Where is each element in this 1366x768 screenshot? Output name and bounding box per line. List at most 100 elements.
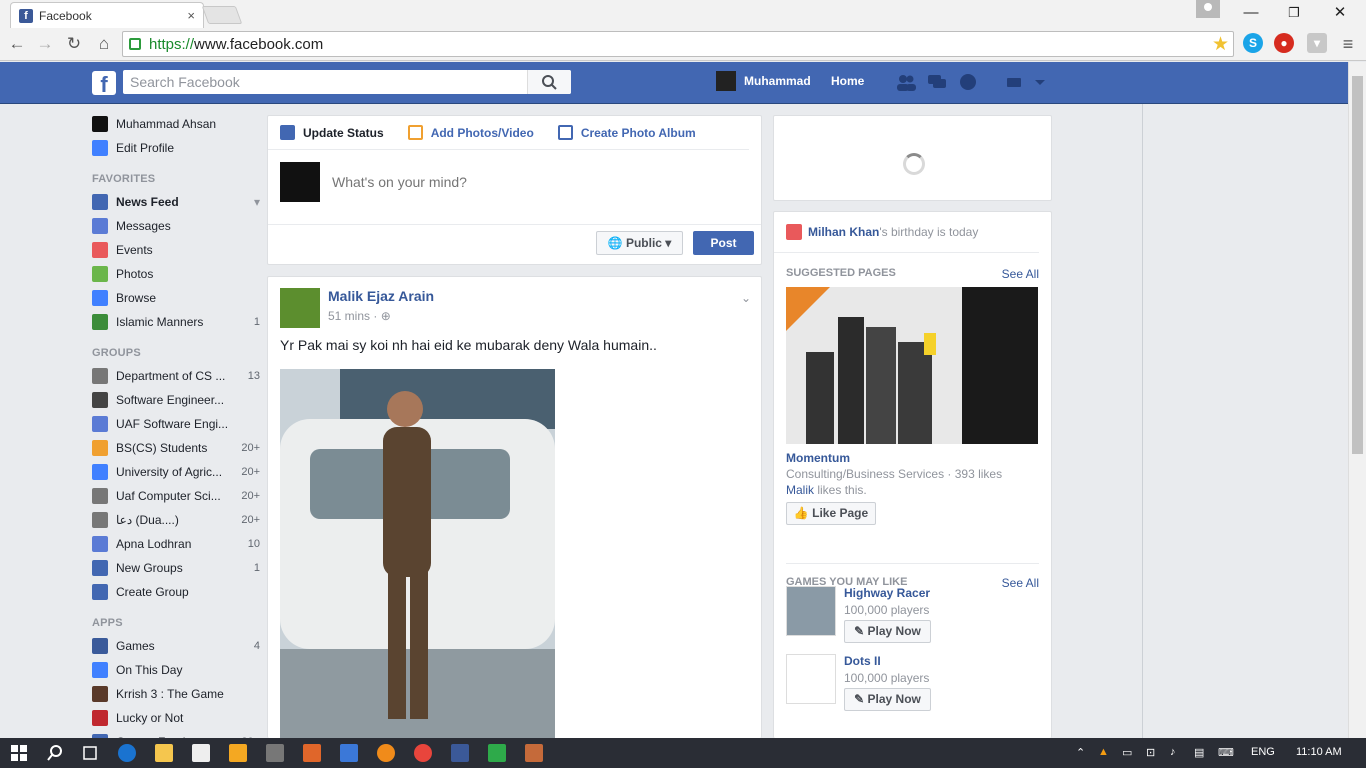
clock[interactable]: 11:10 AM: [1296, 746, 1342, 758]
post-options-chevron-down-icon[interactable]: ⌄: [741, 291, 751, 305]
header-profile-link[interactable]: Muhammad: [716, 71, 811, 91]
nav-item-software-engineer[interactable]: Software Engineer...: [92, 388, 260, 412]
tab-add-photos[interactable]: Add Photos/Video: [407, 125, 534, 140]
nav-item-browse[interactable]: Browse: [92, 286, 260, 310]
post-timestamp[interactable]: 51 mins · ⊕: [328, 309, 434, 323]
media-player-icon[interactable]: [229, 744, 247, 762]
search-input[interactable]: [123, 70, 571, 94]
tab-close-icon[interactable]: ×: [187, 8, 195, 23]
nav-item-bs-cs-students[interactable]: BS(CS) Students 20+: [92, 436, 260, 460]
quick-help-icon[interactable]: [1005, 73, 1025, 91]
post-author-name[interactable]: Malik Ejaz Arain: [328, 288, 434, 304]
back-icon[interactable]: ←: [5, 32, 29, 56]
volume-icon[interactable]: ♪: [1170, 746, 1176, 758]
forward-icon[interactable]: →: [33, 32, 57, 56]
browser-user-icon[interactable]: [1196, 0, 1220, 18]
firefox-icon[interactable]: [303, 744, 321, 762]
friend-requests-icon[interactable]: [896, 73, 916, 91]
file-explorer-icon[interactable]: [155, 744, 173, 762]
nav-item-apna-lodhran[interactable]: Apna Lodhran 10: [92, 532, 260, 556]
facebook-logo-icon[interactable]: f: [92, 71, 116, 97]
nav-item-new-groups[interactable]: New Groups 1: [92, 556, 260, 580]
keyboard-icon[interactable]: ⌨: [1218, 746, 1234, 759]
search-button[interactable]: [527, 70, 571, 94]
post-author-avatar[interactable]: [280, 288, 320, 328]
shield-extension-icon[interactable]: ▾: [1307, 33, 1327, 53]
reload-icon[interactable]: ↻: [62, 32, 86, 56]
scrollbar-thumb[interactable]: [1352, 76, 1363, 454]
game-name[interactable]: Dots II: [844, 654, 931, 668]
menu-icon[interactable]: ≡: [1336, 32, 1360, 56]
suggested-page-image[interactable]: [786, 287, 1038, 444]
tab-create-album[interactable]: Create Photo Album: [557, 125, 696, 140]
task-view-icon[interactable]: [81, 744, 99, 762]
minimize-button[interactable]: —: [1228, 0, 1274, 26]
home-link[interactable]: Home: [831, 74, 864, 88]
see-all-games-link[interactable]: See All: [1002, 576, 1039, 590]
liker-link[interactable]: Malik: [786, 483, 814, 497]
like-page-button[interactable]: 👍 Like Page: [786, 502, 876, 525]
play-now-button[interactable]: ✎ Play Now: [844, 688, 931, 711]
address-bar[interactable]: https://www.facebook.com ★: [122, 31, 1234, 57]
battery-icon[interactable]: ▭: [1122, 746, 1132, 759]
nav-item-edit-profile[interactable]: Edit Profile: [92, 136, 260, 160]
app-icon[interactable]: [340, 744, 358, 762]
notifications-globe-icon[interactable]: [958, 73, 978, 91]
store-icon[interactable]: [192, 744, 210, 762]
nav-item-lucky-or-not[interactable]: Lucky or Not: [92, 706, 260, 730]
nav-item-events[interactable]: Events: [92, 238, 260, 262]
app-icon[interactable]: [488, 744, 506, 762]
maximize-button[interactable]: ❐: [1271, 0, 1317, 26]
app-icon[interactable]: [377, 744, 395, 762]
vlc-tray-icon[interactable]: ▲: [1098, 746, 1109, 758]
adblock-extension-icon[interactable]: ●: [1274, 33, 1294, 53]
app-icon[interactable]: [525, 744, 543, 762]
bookmark-star-icon[interactable]: ★: [1212, 33, 1229, 56]
game-name[interactable]: Highway Racer: [844, 586, 931, 600]
home-icon[interactable]: ⌂: [92, 32, 116, 56]
skype-extension-icon[interactable]: S: [1243, 33, 1263, 53]
nav-item-krrish-3-the-game[interactable]: Krrish 3 : The Game: [92, 682, 260, 706]
close-window-button[interactable]: ✕: [1317, 0, 1363, 26]
tab-update-status[interactable]: Update Status: [280, 125, 384, 140]
messages-icon[interactable]: [927, 73, 947, 91]
new-tab-button[interactable]: [201, 6, 243, 24]
network-icon[interactable]: ⊡: [1146, 746, 1155, 759]
privacy-selector[interactable]: 🌐 Public ▾: [596, 231, 683, 255]
notifications-icon[interactable]: ▤: [1194, 746, 1204, 759]
account-menu-chevron-down-icon[interactable]: [1033, 73, 1047, 91]
post-photo[interactable]: [280, 369, 555, 738]
nav-item-create-group[interactable]: Create Group: [92, 580, 260, 604]
post-button[interactable]: Post: [693, 231, 754, 255]
play-now-button[interactable]: ✎ Play Now: [844, 620, 931, 643]
edge-browser-icon[interactable]: [118, 744, 136, 762]
nav-item-messages[interactable]: Messages: [92, 214, 260, 238]
suggested-page-name[interactable]: Momentum: [786, 451, 850, 465]
nav-item-dua[interactable]: دعا (Dua....) 20+: [92, 508, 260, 532]
page-scrollbar[interactable]: [1348, 62, 1366, 738]
game-thumbnail[interactable]: [786, 586, 836, 636]
tray-chevron-up-icon[interactable]: ⌃: [1076, 746, 1085, 759]
nav-item-university-of-agric[interactable]: University of Agric... 20+: [92, 460, 260, 484]
status-input[interactable]: [332, 174, 712, 190]
chevron-down-icon[interactable]: ▾: [254, 195, 260, 209]
nav-item-games[interactable]: Games 4: [92, 634, 260, 658]
birthday-name[interactable]: Milhan Khan: [808, 225, 879, 239]
chrome-icon[interactable]: [414, 744, 432, 762]
windows-start-icon[interactable]: [10, 744, 28, 762]
nav-item-profile[interactable]: Muhammad Ahsan: [92, 112, 260, 136]
nav-item-on-this-day[interactable]: On This Day: [92, 658, 260, 682]
game-thumbnail[interactable]: [786, 654, 836, 704]
search-icon[interactable]: [46, 744, 64, 762]
app-icon[interactable]: [266, 744, 284, 762]
nav-item-news-feed[interactable]: News Feed ▾: [92, 190, 260, 214]
nav-item-uaf-computer-sci[interactable]: Uaf Computer Sci... 20+: [92, 484, 260, 508]
facebook-app-icon[interactable]: [451, 744, 469, 762]
nav-item-islamic-manners[interactable]: Islamic Manners 1: [92, 310, 260, 334]
nav-item-uaf-software-engi[interactable]: UAF Software Engi...: [92, 412, 260, 436]
browser-tab[interactable]: f Facebook ×: [10, 2, 204, 28]
nav-item-photos[interactable]: Photos: [92, 262, 260, 286]
language-indicator[interactable]: ENG: [1251, 746, 1275, 758]
see-all-pages-link[interactable]: See All: [1002, 267, 1039, 281]
nav-item-department-of-cs[interactable]: Department of CS ... 13: [92, 364, 260, 388]
